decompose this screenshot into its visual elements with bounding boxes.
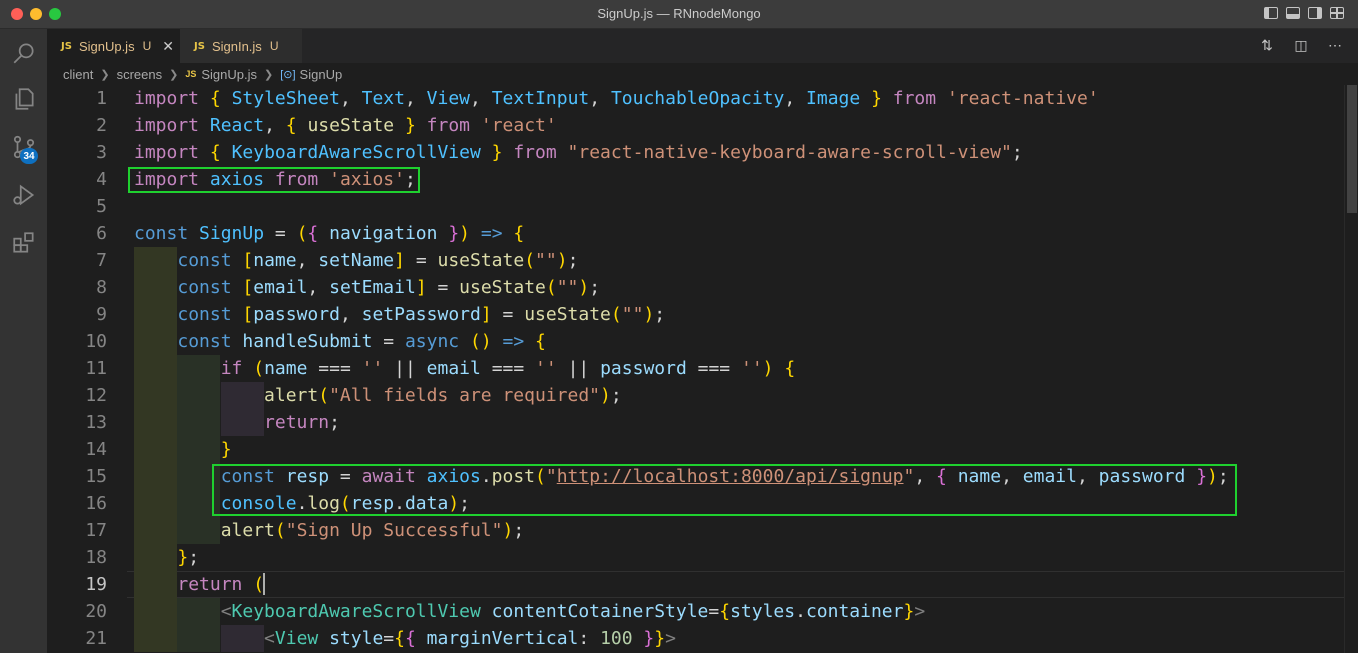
tab-signin-js[interactable]: JS SignIn.js U: [180, 29, 302, 63]
line-number: 12: [85, 385, 107, 406]
line-number: 16: [85, 493, 107, 514]
highlight-box-import-axios: [128, 167, 420, 193]
breadcrumb-item[interactable]: client: [63, 67, 93, 82]
window-title: SignUp.js — RNnodeMongo: [597, 6, 761, 21]
line-number: 4: [96, 169, 107, 190]
toggle-primary-sidebar-icon[interactable]: [1264, 7, 1278, 19]
line-number: 13: [85, 412, 107, 433]
breadcrumb: client ❯ screens ❯ JS SignUp.js ❯ [⊙] Si…: [47, 63, 1358, 85]
scrollbar-thumb[interactable]: [1347, 85, 1357, 213]
breadcrumb-item[interactable]: SignUp: [300, 67, 343, 82]
js-file-icon: JS: [61, 40, 72, 52]
line-number: 19: [85, 574, 107, 595]
line-number: 8: [96, 277, 107, 298]
symbol-variable-icon: [⊙]: [280, 68, 296, 81]
close-icon[interactable]: ✕: [162, 38, 174, 55]
search-icon[interactable]: [0, 29, 47, 77]
untracked-status: U: [269, 39, 279, 53]
files-icon[interactable]: [0, 75, 47, 123]
toggle-panel-icon[interactable]: [1286, 7, 1300, 19]
source-control-badge: 34: [20, 148, 38, 164]
code-line[interactable]: import { StyleSheet, Text, View, TextInp…: [134, 85, 1099, 112]
line-number: 3: [96, 142, 107, 163]
chevron-right-icon: ❯: [100, 68, 110, 81]
line-number: 20: [85, 601, 107, 622]
code-line[interactable]: if (name === '' || email === '' || passw…: [134, 355, 796, 382]
toggle-secondary-sidebar-icon[interactable]: [1308, 7, 1322, 19]
untracked-status: U: [142, 39, 152, 53]
tab-label: SignUp.js: [78, 38, 135, 54]
current-line-highlight: [127, 571, 1344, 598]
code-line[interactable]: import React, { useState } from 'react': [134, 112, 557, 139]
code-line[interactable]: const [name, setName] = useState("");: [134, 247, 578, 274]
code-line[interactable]: const SignUp = ({ navigation }) => {: [134, 220, 524, 247]
line-number: 15: [85, 466, 107, 487]
tab-bar: JS SignUp.js U ✕ JS SignIn.js U ⇅ ◫ ⋯: [47, 29, 1358, 63]
code-line[interactable]: const [email, setEmail] = useState("");: [134, 274, 600, 301]
code-line[interactable]: import { KeyboardAwareScrollView } from …: [134, 139, 1023, 166]
code-line[interactable]: }: [134, 436, 232, 463]
js-file-icon: JS: [185, 69, 197, 79]
tab-signup-js[interactable]: JS SignUp.js U ✕: [47, 29, 180, 63]
editor-scrollbar[interactable]: [1344, 85, 1358, 653]
line-number: 1: [96, 88, 107, 109]
tab-label: SignIn.js: [211, 38, 262, 54]
code-line[interactable]: const [password, setPassword] = useState…: [134, 301, 665, 328]
line-number: 2: [96, 115, 107, 136]
code-line[interactable]: <KeyboardAwareScrollView contentCotainer…: [134, 598, 925, 625]
code-line[interactable]: alert("Sign Up Successful");: [134, 517, 524, 544]
code-editor[interactable]: 1 2 3 4 5 6 7 8 9 10 11 12 13 14 15 16 17 18 19 20 21 import…: [47, 85, 1344, 653]
breadcrumb-item[interactable]: SignUp.js: [201, 67, 257, 82]
run-debug-icon[interactable]: [0, 171, 47, 219]
highlight-box-axios-post: [212, 464, 1237, 516]
js-file-icon: JS: [194, 40, 205, 52]
activity-bar: 34: [0, 29, 47, 653]
line-number: 21: [85, 628, 107, 649]
line-number: 5: [96, 196, 107, 217]
chevron-right-icon: ❯: [263, 68, 274, 81]
line-number: 14: [85, 439, 107, 460]
line-number: 17: [85, 520, 107, 541]
line-number: 6: [96, 223, 107, 244]
code-line[interactable]: const handleSubmit = async () => {: [134, 328, 546, 355]
code-line[interactable]: <View style={{ marginVertical: 100 }}>: [134, 625, 676, 652]
code-line[interactable]: };: [134, 544, 199, 571]
title-bar: SignUp.js — RNnodeMongo: [0, 0, 1358, 29]
split-editor-icon[interactable]: ◫: [1292, 37, 1310, 54]
line-number: 7: [96, 250, 107, 271]
breadcrumb-item[interactable]: screens: [117, 67, 163, 82]
line-number: 11: [85, 358, 107, 379]
more-actions-icon[interactable]: ⋯: [1326, 37, 1344, 54]
code-line[interactable]: return (: [134, 571, 264, 598]
line-number: 10: [85, 331, 107, 352]
line-number: 18: [85, 547, 107, 568]
extensions-icon[interactable]: [0, 219, 47, 267]
text-cursor: [263, 573, 265, 595]
open-changes-icon[interactable]: ⇅: [1258, 37, 1276, 54]
source-control-icon[interactable]: 34: [0, 123, 47, 171]
line-number: 9: [96, 304, 107, 325]
code-line[interactable]: return;: [134, 409, 340, 436]
code-line[interactable]: alert("All fields are required");: [134, 382, 622, 409]
customize-layout-icon[interactable]: [1330, 7, 1344, 19]
chevron-right-icon: ❯: [169, 68, 179, 81]
